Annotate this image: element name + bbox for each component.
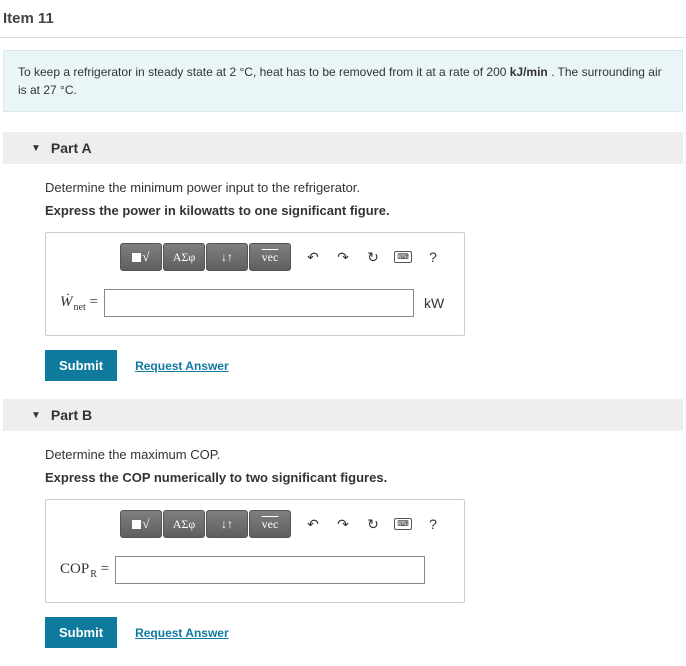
part-b-label: Part B [51,407,92,423]
item-title: Item 11 [0,10,54,27]
vector-button[interactable]: vec [249,243,291,271]
equation-toolbar: √ ΑΣφ ↓↑ vec ↶ ↷ ↻ ⌨ ? [120,243,450,271]
submit-button[interactable]: Submit [45,617,117,648]
request-answer-link[interactable]: Request Answer [135,359,229,373]
problem-text: To keep a refrigerator in steady state a… [18,65,239,79]
sub-sup-button[interactable]: ↓↑ [206,510,248,538]
part-a-body: Determine the minimum power input to the… [3,164,683,399]
submit-button[interactable]: Submit [45,350,117,381]
part-a-question: Determine the minimum power input to the… [45,180,673,195]
problem-statement: To keep a refrigerator in steady state a… [3,50,683,112]
part-b-lhs: COPR = [60,561,109,580]
caret-down-icon: ▼ [31,410,41,421]
request-answer-link[interactable]: Request Answer [135,626,229,640]
sub-sup-button[interactable]: ↓↑ [206,243,248,271]
greek-letters-button[interactable]: ΑΣφ [163,243,205,271]
part-b-question: Determine the maximum COP. [45,447,673,462]
help-icon[interactable]: ? [423,512,443,536]
part-a-answer-input[interactable] [104,289,414,317]
part-b-header[interactable]: ▼ Part B [3,399,683,431]
part-a-lhs: Ẇnet = [60,294,98,313]
reset-icon[interactable]: ↻ [363,512,383,536]
template-picker-button[interactable]: √ [120,243,162,271]
caret-down-icon: ▼ [31,143,41,154]
vector-button[interactable]: vec [249,510,291,538]
keyboard-icon[interactable]: ⌨ [393,512,413,536]
undo-icon[interactable]: ↶ [303,245,323,269]
keyboard-icon[interactable]: ⌨ [393,245,413,269]
part-b-body: Determine the maximum COP. Express the C… [3,431,683,666]
part-a-instruction: Express the power in kilowatts to one si… [45,203,673,218]
template-picker-button[interactable]: √ [120,510,162,538]
help-icon[interactable]: ? [423,245,443,269]
undo-icon[interactable]: ↶ [303,512,323,536]
part-a-header[interactable]: ▼ Part A [3,132,683,164]
part-a-label: Part A [51,140,92,156]
part-b-answer-input[interactable] [115,556,425,584]
equation-toolbar: √ ΑΣφ ↓↑ vec ↶ ↷ ↻ ⌨ ? [120,510,450,538]
reset-icon[interactable]: ↻ [363,245,383,269]
part-b-instruction: Express the COP numerically to two signi… [45,470,673,485]
part-a-unit: kW [424,295,444,311]
answer-box-a: √ ΑΣφ ↓↑ vec ↶ ↷ ↻ ⌨ ? Ẇnet = kW [45,232,465,336]
redo-icon[interactable]: ↷ [333,245,353,269]
redo-icon[interactable]: ↷ [333,512,353,536]
answer-box-b: √ ΑΣφ ↓↑ vec ↶ ↷ ↻ ⌨ ? COPR = [45,499,465,603]
greek-letters-button[interactable]: ΑΣφ [163,510,205,538]
